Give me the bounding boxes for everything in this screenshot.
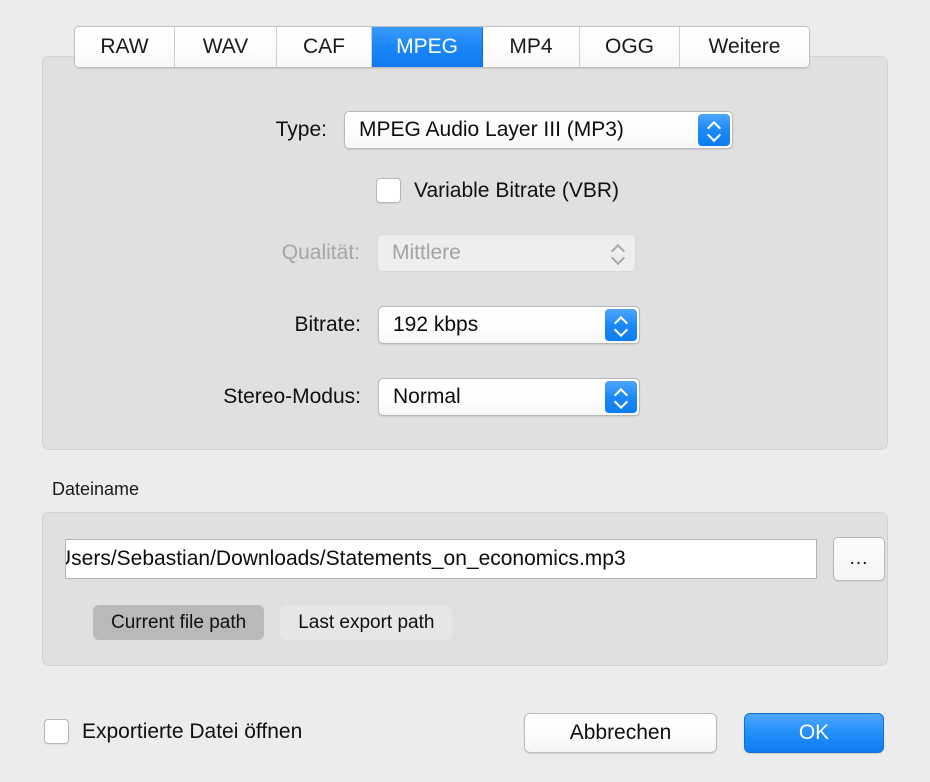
open-exported-file-checkbox[interactable] [44, 719, 69, 744]
quality-row: Qualität: Mittlere [43, 234, 636, 272]
stereo-mode-stepper-arrows-icon[interactable] [605, 381, 637, 413]
bitrate-popup-button[interactable]: 192 kbps [378, 306, 640, 344]
quality-popup-button: Mittlere [377, 234, 636, 272]
bitrate-stepper-arrows-icon[interactable] [605, 309, 637, 341]
vbr-checkbox[interactable] [376, 178, 401, 203]
tab-weitere[interactable]: Weitere [680, 27, 809, 67]
open-exported-file-label: Exportierte Datei öffnen [82, 720, 302, 744]
stereo-mode-label: Stereo-Modus: [223, 385, 361, 409]
format-tab-bar[interactable]: RAW WAV CAF MPEG MP4 OGG Weitere [74, 26, 810, 68]
open-exported-file-checkbox-row[interactable]: Exportierte Datei öffnen [44, 719, 302, 744]
path-preset-segmented-control[interactable]: Current file path Last export path [93, 605, 452, 640]
type-label: Type: [276, 118, 327, 142]
type-row: Type: MPEG Audio Layer III (MP3) [43, 111, 733, 149]
segment-current-file-path[interactable]: Current file path [93, 605, 264, 640]
bitrate-label: Bitrate: [294, 313, 361, 337]
quality-value: Mittlere [378, 241, 461, 265]
tab-raw[interactable]: RAW [75, 27, 175, 67]
type-popup-button[interactable]: MPEG Audio Layer III (MP3) [344, 111, 733, 149]
tab-mpeg[interactable]: MPEG [372, 27, 483, 67]
tab-mp4[interactable]: MP4 [483, 27, 580, 67]
bitrate-value: 192 kbps [379, 313, 478, 337]
mpeg-settings-panel: Type: MPEG Audio Layer III (MP3) Variabl… [42, 56, 888, 450]
file-path-value: Users/Sebastian/Downloads/Statements_on_… [65, 547, 626, 571]
tab-caf[interactable]: CAF [277, 27, 372, 67]
type-value: MPEG Audio Layer III (MP3) [345, 118, 624, 142]
quality-stepper-arrows-icon [607, 237, 629, 269]
vbr-label: Variable Bitrate (VBR) [414, 179, 619, 203]
type-stepper-arrows-icon[interactable] [698, 114, 730, 146]
tab-ogg[interactable]: OGG [580, 27, 680, 67]
browse-button[interactable]: ... [833, 537, 885, 581]
ok-button[interactable]: OK [744, 713, 884, 753]
filename-panel: Users/Sebastian/Downloads/Statements_on_… [42, 512, 888, 666]
stereo-mode-popup-button[interactable]: Normal [378, 378, 640, 416]
segment-last-export-path[interactable]: Last export path [280, 605, 452, 640]
bitrate-row: Bitrate: 192 kbps [43, 306, 640, 344]
tab-wav[interactable]: WAV [175, 27, 277, 67]
cancel-button[interactable]: Abbrechen [524, 713, 717, 753]
stereo-mode-value: Normal [379, 385, 461, 409]
file-path-input[interactable]: Users/Sebastian/Downloads/Statements_on_… [65, 539, 817, 579]
vbr-checkbox-row[interactable]: Variable Bitrate (VBR) [376, 178, 619, 203]
quality-label: Qualität: [282, 241, 360, 265]
filename-section-label: Dateiname [52, 479, 139, 500]
stereo-mode-row: Stereo-Modus: Normal [43, 378, 640, 416]
